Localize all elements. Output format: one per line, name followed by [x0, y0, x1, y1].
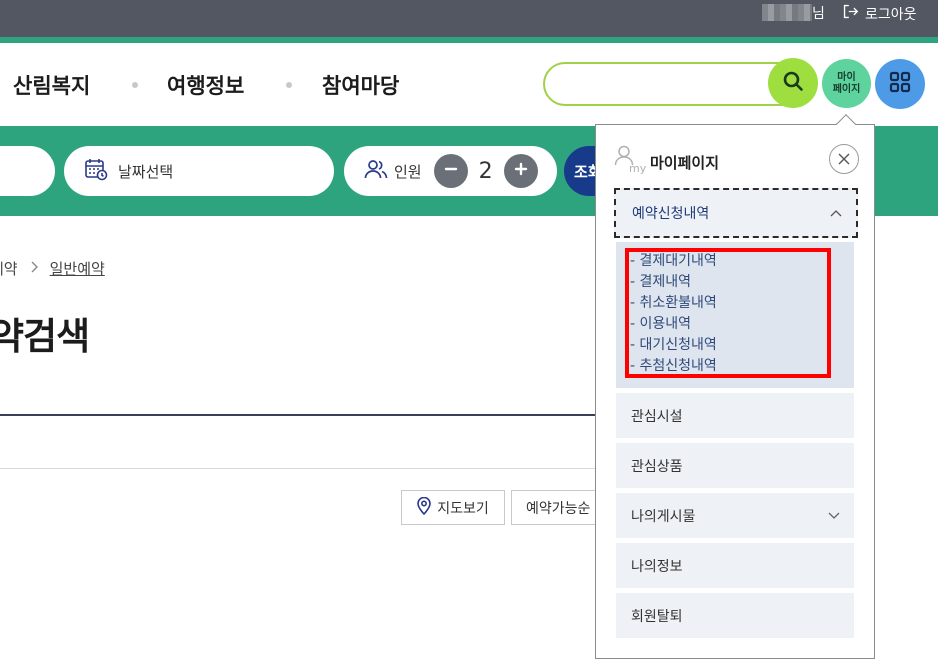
map-pin-icon	[417, 496, 432, 519]
nav-separator-dot	[132, 82, 138, 88]
nav-item-participation[interactable]: 참여마당	[322, 70, 399, 100]
mypage-label-line2: 페이지	[832, 84, 861, 95]
all-menu-button[interactable]	[875, 59, 925, 109]
title-divider	[0, 414, 620, 416]
menu-favorite-products[interactable]: 관심상품	[616, 443, 854, 488]
close-icon	[838, 150, 850, 169]
menu-my-posts[interactable]: 나의게시물	[616, 493, 854, 538]
top-utility-bar: 님 로그아웃	[0, 0, 938, 37]
logout-icon	[842, 3, 859, 24]
close-panel-button[interactable]	[829, 144, 859, 174]
map-view-label: 지도보기	[437, 500, 489, 517]
submenu-item-waitlist[interactable]: - 대기신청내역	[630, 334, 717, 354]
section-divider	[0, 468, 620, 469]
logout-label: 로그아웃	[865, 6, 917, 23]
menu-item-label: 관심시설	[631, 408, 683, 425]
nav-separator-dot	[286, 82, 292, 88]
calendar-icon	[84, 157, 108, 185]
page: 님 로그아웃 산림복지 여행정보 참여마당 마이 페이지 날짜선택 인원 2 조…	[0, 0, 938, 663]
people-label: 인원	[394, 162, 422, 181]
location-select-pill[interactable]	[0, 146, 55, 196]
decrease-people-button[interactable]	[433, 154, 468, 188]
minus-icon	[444, 162, 458, 180]
people-count-value: 2	[478, 158, 493, 184]
map-view-button[interactable]: 지도보기	[401, 490, 505, 525]
mypage-panel-header: my 마이페이지	[614, 145, 719, 179]
menu-favorite-facilities[interactable]: 관심시설	[616, 393, 854, 438]
mypage-panel: my 마이페이지 예약신청내역 - 결제대기내역 - 결제내역 - 취소환불내역…	[595, 124, 875, 659]
menu-item-label: 관심상품	[631, 458, 683, 475]
menu-reservation-history-label: 예약신청내역	[632, 206, 710, 222]
mypage-label-line1: 마이	[837, 72, 856, 83]
menu-withdraw[interactable]: 회원탈퇴	[616, 593, 854, 638]
user-name-blurred	[762, 4, 812, 21]
nav-item-travel-info[interactable]: 여행정보	[167, 70, 244, 100]
submenu-item-cancel-refund[interactable]: - 취소환불내역	[630, 292, 717, 312]
sort-select-label: 예약가능순	[526, 500, 591, 517]
date-select-pill[interactable]: 날짜선택	[64, 146, 334, 196]
menu-item-label: 나의정보	[631, 558, 683, 575]
breadcrumb-prev[interactable]: 예약	[0, 258, 18, 279]
logout-button[interactable]: 로그아웃	[842, 3, 917, 24]
user-my-icon: my	[614, 145, 647, 179]
menu-item-label: 회원탈퇴	[631, 608, 683, 625]
date-select-label: 날짜선택	[118, 162, 174, 181]
plus-icon	[514, 162, 528, 180]
increase-people-button[interactable]	[503, 154, 538, 188]
chevron-right-icon	[30, 261, 38, 277]
search-icon	[782, 70, 804, 96]
people-count-pill: 인원 2	[344, 146, 557, 196]
chevron-down-icon	[828, 508, 840, 524]
top-accent-stripe	[0, 37, 938, 43]
user-honorific: 님	[812, 6, 825, 22]
people-icon	[364, 158, 388, 184]
svg-text:my: my	[629, 162, 646, 175]
menu-my-info[interactable]: 나의정보	[616, 543, 854, 588]
submenu-item-pending-payment[interactable]: - 결제대기내역	[630, 250, 717, 270]
grid-menu-icon	[889, 71, 911, 97]
submenu-item-lottery[interactable]: - 추첨신청내역	[630, 355, 717, 375]
menu-reservation-history[interactable]: 예약신청내역	[614, 188, 858, 238]
chevron-up-icon	[830, 205, 842, 221]
mypage-panel-title: 마이페이지	[650, 154, 720, 172]
breadcrumb-current[interactable]: 일반예약	[50, 258, 105, 279]
reservation-submenu: - 결제대기내역 - 결제내역 - 취소환불내역 - 이용내역 - 대기신청내역…	[616, 242, 854, 388]
submenu-item-usage-history[interactable]: - 이용내역	[630, 313, 691, 333]
menu-item-label: 나의게시물	[631, 508, 696, 525]
search-button[interactable]	[768, 58, 818, 108]
nav-item-forest-welfare[interactable]: 산림복지	[13, 70, 90, 100]
page-title: 약검색	[0, 315, 90, 358]
breadcrumb: 예약 일반예약	[0, 258, 105, 279]
mypage-button[interactable]: 마이 페이지	[822, 59, 871, 108]
submenu-item-payment-history[interactable]: - 결제내역	[630, 271, 691, 291]
